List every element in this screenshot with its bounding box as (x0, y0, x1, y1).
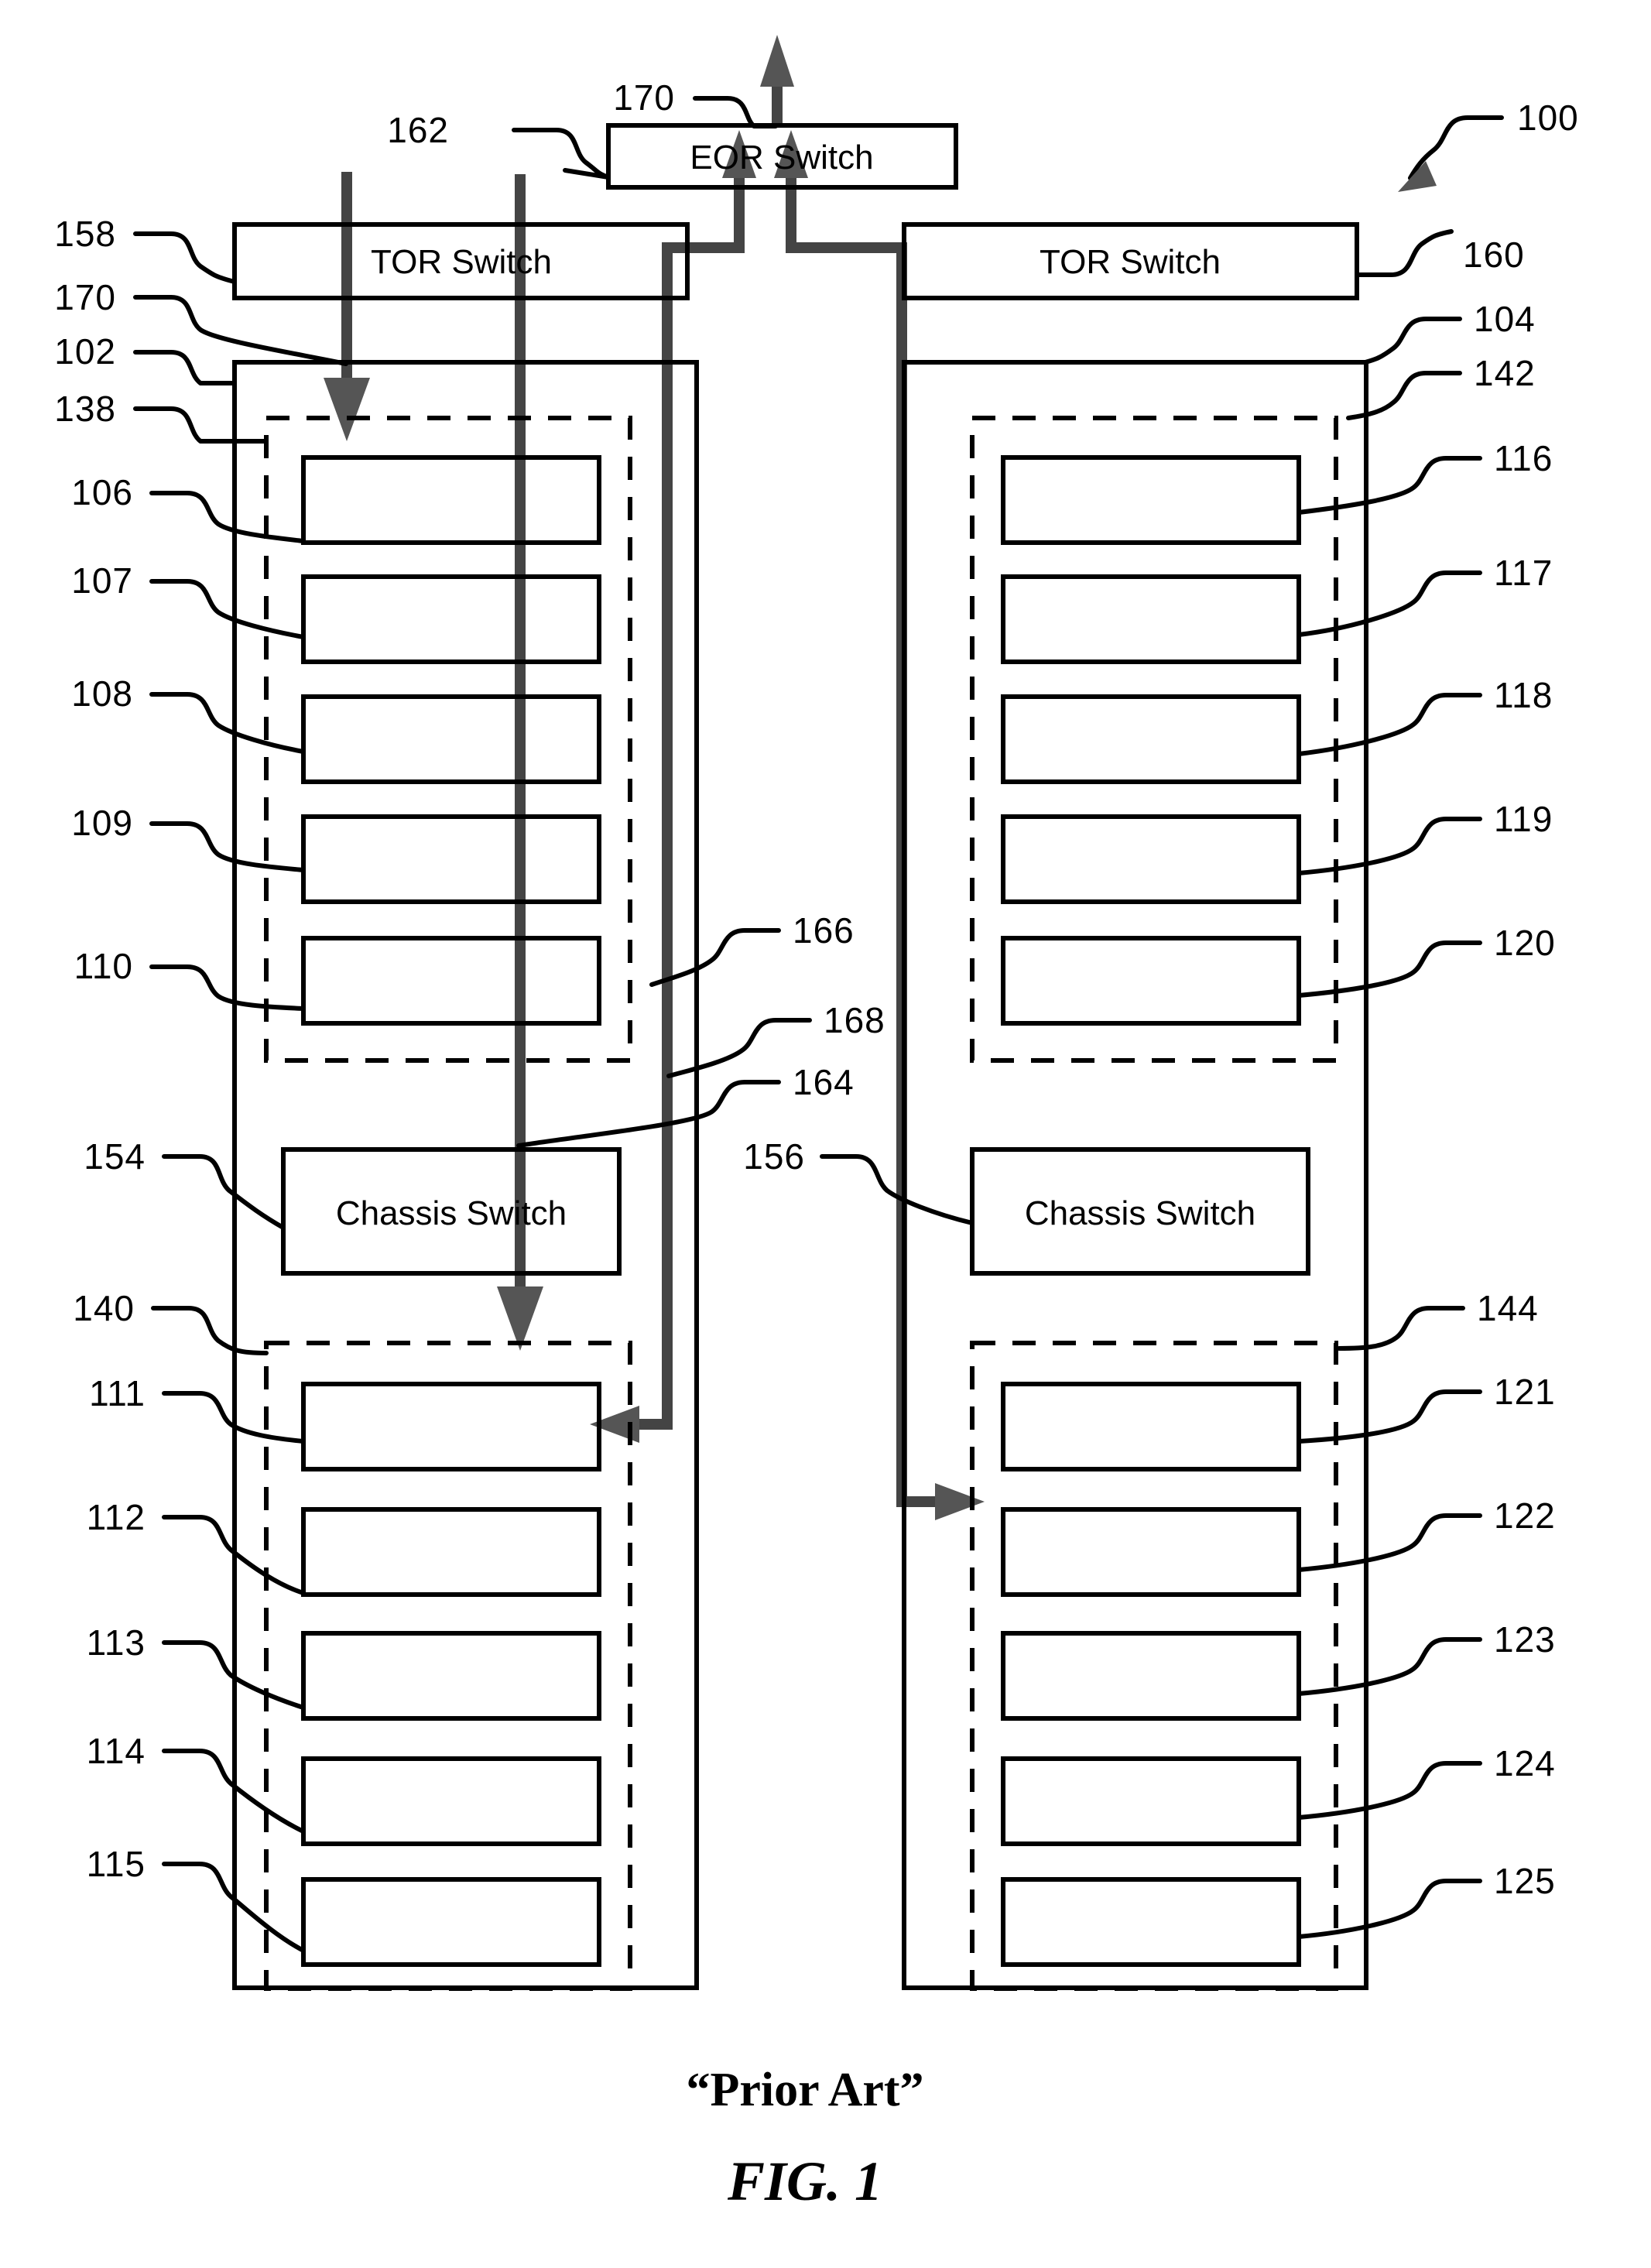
ref-154: 154 (84, 1136, 146, 1177)
server-group-left-lower (264, 1341, 632, 1991)
chassis-switch-left-label: Chassis Switch (336, 1194, 567, 1232)
ref-118: 118 (1494, 675, 1553, 715)
ref-108: 108 (71, 673, 133, 714)
ref-111: 111 (89, 1373, 146, 1413)
server-left-114[interactable] (301, 1756, 601, 1846)
ref-140: 140 (73, 1288, 135, 1328)
server-left-113[interactable] (301, 1631, 601, 1721)
server-left-109[interactable] (301, 814, 601, 904)
server-right-123[interactable] (1001, 1631, 1301, 1721)
server-left-115[interactable] (301, 1877, 601, 1967)
ref-109: 109 (71, 803, 133, 843)
ref-164: 164 (793, 1062, 855, 1102)
eor-switch-label: EOR Switch (690, 139, 873, 176)
ref-107: 107 (71, 560, 133, 601)
ref-121: 121 (1494, 1372, 1556, 1412)
ref-114: 114 (87, 1731, 146, 1771)
server-left-111[interactable] (301, 1382, 601, 1471)
server-left-110[interactable] (301, 936, 601, 1026)
ref-112: 112 (87, 1497, 146, 1537)
ref-100: 100 (1517, 98, 1579, 138)
ref-166: 166 (793, 910, 855, 951)
ref-124: 124 (1494, 1743, 1556, 1783)
ref-162: 162 (387, 110, 449, 150)
uplink-path-170 (760, 35, 794, 124)
tor-switch-left-label: TOR Switch (371, 243, 552, 281)
ref-156: 156 (743, 1136, 805, 1177)
ref-117: 117 (1494, 553, 1553, 593)
cable-path-168 (590, 130, 756, 1443)
ref-142: 142 (1474, 353, 1536, 393)
ref-138: 138 (54, 389, 116, 429)
ref-116: 116 (1494, 438, 1553, 478)
server-right-120[interactable] (1001, 936, 1301, 1026)
ref-168: 168 (824, 1000, 885, 1040)
ref-106: 106 (71, 472, 133, 512)
ref-110: 110 (74, 946, 133, 986)
cable-path-164 (497, 174, 543, 1351)
server-group-right-lower (970, 1341, 1338, 1991)
tor-switch-right-label: TOR Switch (1040, 243, 1221, 281)
patent-figure-1: EOR Switch 162 170 TOR Switch 158 170 TO… (54, 35, 1579, 2212)
server-right-122[interactable] (1001, 1507, 1301, 1597)
ref-170-uplink: 170 (613, 77, 675, 118)
tor-switch-left[interactable]: TOR Switch (232, 222, 690, 300)
ref-158: 158 (54, 214, 116, 254)
server-left-106[interactable] (301, 455, 601, 545)
server-left-112[interactable] (301, 1507, 601, 1597)
ref-115: 115 (87, 1844, 146, 1884)
ref-170-left: 170 (54, 277, 116, 317)
chassis-switch-right-label: Chassis Switch (1025, 1194, 1255, 1232)
chassis-switch-left[interactable]: Chassis Switch (281, 1147, 622, 1276)
server-right-116[interactable] (1001, 455, 1301, 545)
ref-160: 160 (1463, 235, 1525, 275)
server-left-108[interactable] (301, 694, 601, 784)
ref-120: 120 (1494, 923, 1556, 963)
server-right-119[interactable] (1001, 814, 1301, 904)
server-right-121[interactable] (1001, 1382, 1301, 1471)
ref-102: 102 (54, 331, 116, 372)
ref-113: 113 (87, 1622, 146, 1663)
tor-switch-right[interactable]: TOR Switch (902, 222, 1359, 300)
caption-figure-number: FIG. 1 (727, 2150, 882, 2212)
server-group-left-upper (264, 416, 632, 1063)
figure-canvas: EOR Switch 162 170 TOR Switch 158 170 TO… (0, 0, 1651, 2268)
caption-prior-art: “Prior Art” (686, 2064, 923, 2116)
ref-119: 119 (1494, 799, 1553, 839)
server-right-117[interactable] (1001, 574, 1301, 664)
server-right-118[interactable] (1001, 694, 1301, 784)
ref-123: 123 (1494, 1619, 1556, 1660)
server-left-107[interactable] (301, 574, 601, 664)
ref-104: 104 (1474, 299, 1536, 339)
ref-125: 125 (1494, 1861, 1556, 1901)
cable-path-166 (774, 130, 985, 1520)
server-group-right-upper (970, 416, 1338, 1063)
server-right-125[interactable] (1001, 1877, 1301, 1967)
chassis-switch-right[interactable]: Chassis Switch (970, 1147, 1310, 1276)
system-ref-arrow-100 (1398, 115, 1504, 192)
cable-path-170-left (324, 172, 370, 441)
server-right-124[interactable] (1001, 1756, 1301, 1846)
ref-144: 144 (1477, 1288, 1539, 1328)
ref-122: 122 (1494, 1495, 1556, 1536)
